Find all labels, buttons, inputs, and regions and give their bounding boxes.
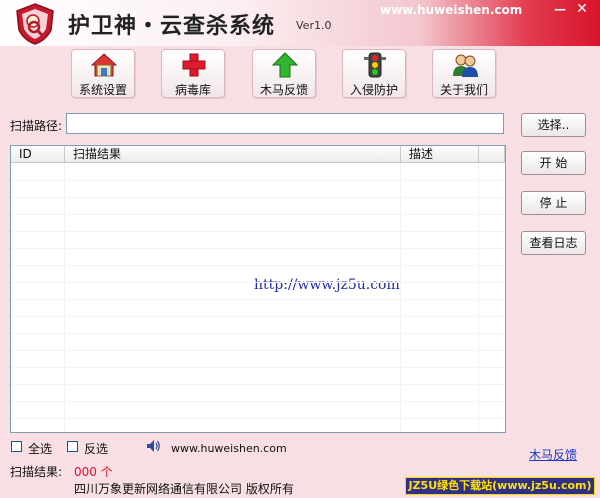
scan-results-list[interactable]: ID 扫描结果 描述 http://www.jz5u.com xyxy=(10,145,506,433)
version-label: Ver1.0 xyxy=(296,19,332,32)
green-arrow-up-icon xyxy=(272,52,298,78)
row-gridline xyxy=(11,299,505,300)
row-gridline xyxy=(11,316,505,317)
red-cross-icon xyxy=(182,53,206,77)
column-header-blank[interactable] xyxy=(479,146,505,163)
row-gridline xyxy=(11,197,505,198)
column-divider xyxy=(400,163,401,432)
toolbar-label: 木马反馈 xyxy=(259,83,308,97)
footer-site-url: www.huweishen.com xyxy=(171,442,287,455)
view-log-button[interactable]: 查看日志 xyxy=(521,231,586,255)
scan-result-count: 000 个 xyxy=(74,465,113,479)
invert-selection-checkbox[interactable] xyxy=(67,441,78,452)
row-gridline xyxy=(11,231,505,232)
minimize-button[interactable]: — xyxy=(550,2,570,17)
row-gridline xyxy=(11,180,505,181)
invert-selection-label[interactable]: 反选 xyxy=(84,440,108,457)
speaker-icon[interactable] xyxy=(145,438,161,454)
row-gridline xyxy=(11,282,505,283)
column-header-id[interactable]: ID xyxy=(11,146,65,163)
row-gridline xyxy=(11,401,505,402)
house-icon xyxy=(91,53,117,77)
virus-database-button[interactable]: 病毒库 xyxy=(161,49,225,98)
title-site-url: www.huweishen.com xyxy=(380,3,523,17)
stop-button[interactable]: 停 止 xyxy=(521,191,586,215)
select-all-checkbox[interactable] xyxy=(11,441,22,452)
toolbar: 系统设置 病毒库 木马反馈 入侵防护 关于我们 xyxy=(0,46,600,104)
download-site-badge: JZ5U绿色下载站(www.jz5u.com) xyxy=(405,477,595,495)
traffic-light-icon xyxy=(364,52,386,78)
intrusion-protection-button[interactable]: 入侵防护 xyxy=(342,49,406,98)
row-gridline xyxy=(11,367,505,368)
app-title: 护卫神・云查杀系统 xyxy=(68,14,276,39)
toolbar-label: 系统设置 xyxy=(78,83,127,97)
copyright-text: 四川万象更新网络通信有限公司 版权所有 xyxy=(74,482,294,496)
row-gridline xyxy=(11,214,505,215)
column-divider xyxy=(478,163,479,432)
select-button[interactable]: 选择.. xyxy=(521,113,586,137)
about-us-button[interactable]: 关于我们 xyxy=(432,49,496,98)
row-gridline xyxy=(11,418,505,419)
scan-path-label: 扫描路径: xyxy=(10,119,63,133)
scan-result-label: 扫描结果: xyxy=(10,465,63,479)
title-bar[interactable]: 护卫神・云查杀系统 Ver1.0 www.huweishen.com — ✕ xyxy=(0,0,600,46)
start-button[interactable]: 开 始 xyxy=(521,151,586,175)
row-gridline xyxy=(11,384,505,385)
column-header-description[interactable]: 描述 xyxy=(401,146,479,163)
row-gridline xyxy=(11,265,505,266)
toolbar-label: 入侵防护 xyxy=(349,83,398,97)
row-gridline xyxy=(11,333,505,334)
shield-logo-icon xyxy=(16,3,54,45)
select-all-label[interactable]: 全选 xyxy=(28,440,52,457)
close-button[interactable]: ✕ xyxy=(572,2,592,17)
toolbar-label: 关于我们 xyxy=(439,83,488,97)
column-header-result[interactable]: 扫描结果 xyxy=(65,146,401,163)
system-settings-button[interactable]: 系统设置 xyxy=(71,49,135,98)
watermark-url: http://www.jz5u.com xyxy=(254,277,400,293)
column-divider xyxy=(64,163,65,432)
row-gridline xyxy=(11,248,505,249)
toolbar-label: 病毒库 xyxy=(174,83,211,97)
scan-path-input[interactable] xyxy=(66,113,504,134)
row-gridline xyxy=(11,350,505,351)
users-icon xyxy=(453,54,478,77)
trojan-feedback-button[interactable]: 木马反馈 xyxy=(252,49,316,98)
trojan-feedback-link[interactable]: 木马反馈 xyxy=(529,446,577,463)
app-window: 护卫神・云查杀系统 Ver1.0 www.huweishen.com — ✕ 系… xyxy=(0,0,600,498)
